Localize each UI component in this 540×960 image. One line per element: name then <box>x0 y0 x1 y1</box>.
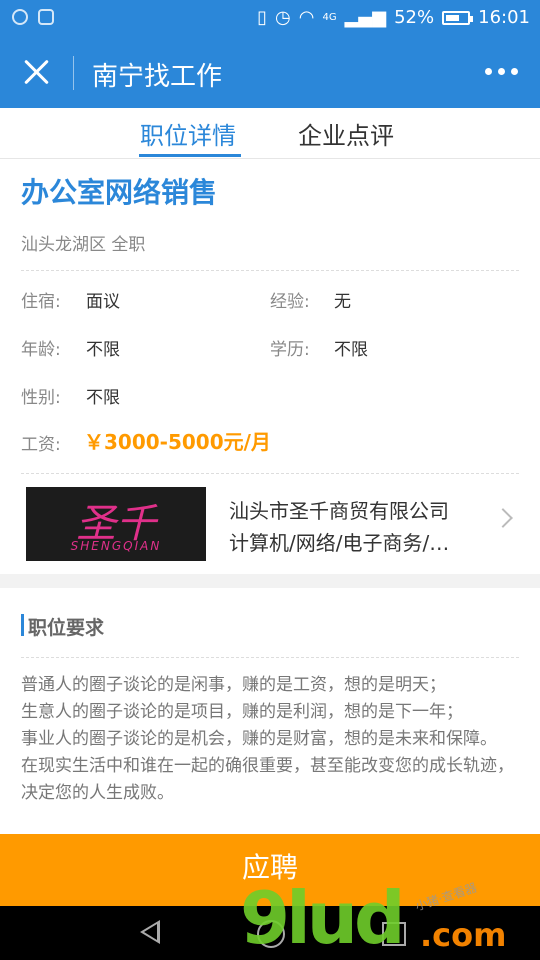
requirement-line: 事业人的圈子谈论的是机会，赚的是财富，想的是未来和保障。 <box>21 729 497 749</box>
more-icon[interactable] <box>485 68 518 75</box>
header-divider <box>73 56 74 90</box>
notification-icons <box>12 9 54 25</box>
battery-percent: 52% <box>394 7 435 28</box>
image-notification-icon <box>38 9 54 25</box>
status-right: ▯ ◷ ◠ 4G ▂▄▆ 52% 16:01 <box>257 7 530 28</box>
tab-bar: 职位详情 企业点评 <box>0 108 540 159</box>
experience-value: 无 <box>334 292 351 312</box>
experience-label: 经验: <box>270 292 310 312</box>
section-accent-bar <box>21 614 24 636</box>
chevron-right-icon[interactable] <box>493 508 513 528</box>
company-name[interactable]: 汕头市圣千商贸有限公司 <box>229 495 449 524</box>
education-label: 学历: <box>270 340 310 360</box>
tab-job-details[interactable]: 职位详情 <box>140 116 236 151</box>
tab-company-reviews[interactable]: 企业点评 <box>298 116 394 151</box>
app-header: 南宁找工作 <box>0 36 540 108</box>
divider <box>21 473 519 474</box>
requirements-title: 职位要求 <box>28 617 105 639</box>
housing-label: 住宿: <box>21 292 61 312</box>
network-type: 4G <box>322 12 337 23</box>
alarm-icon: ◷ <box>275 7 291 28</box>
page-title: 南宁找工作 <box>92 62 223 92</box>
gender-label: 性别: <box>21 388 61 408</box>
salary-value: ￥3000-5000元/月 <box>84 430 271 454</box>
gender-value: 不限 <box>86 388 120 408</box>
education-value: 不限 <box>334 340 368 360</box>
requirement-line: 在现实生活中和谁在一起的确很重要，甚至能改变您的成长轨迹，决定您的人生成败。 <box>21 756 514 803</box>
active-tab-indicator <box>139 154 241 157</box>
signal-icon: ▂▄▆ <box>344 7 387 28</box>
housing-value: 面议 <box>86 292 120 312</box>
battery-icon <box>442 10 474 25</box>
salary-label: 工资: <box>21 435 61 455</box>
job-title: 办公室网络销售 <box>21 176 218 209</box>
clock: 16:01 <box>478 7 530 28</box>
vibrate-icon: ▯ <box>257 7 268 28</box>
requirements-section: 职位要求 普通人的圈子谈论的是闲事，赚的是工资，想的是明天； 生意人的圈子谈论的… <box>0 588 540 834</box>
back-icon[interactable] <box>140 920 160 944</box>
job-location-type: 汕头龙湖区 全职 <box>21 235 146 255</box>
top-bar: ▯ ◷ ◠ 4G ▂▄▆ 52% 16:01 南宁找工作 <box>0 0 540 108</box>
age-label: 年龄: <box>21 340 61 360</box>
app-notification-icon <box>12 9 28 25</box>
close-icon[interactable] <box>22 58 50 86</box>
requirement-line: 生意人的圈子谈论的是项目，赚的是利润，想的是下一年； <box>21 702 463 722</box>
company-logo[interactable]: 圣千 SHENGQIAN <box>26 487 206 561</box>
wifi-icon: ◠ <box>298 7 315 28</box>
divider <box>21 657 519 658</box>
logo-text-en: SHENGQIAN <box>70 539 162 553</box>
job-info-card: 办公室网络销售 汕头龙湖区 全职 住宿: 面议 经验: 无 年龄: 不限 学历:… <box>0 159 540 574</box>
company-industry[interactable]: 计算机/网络/电子商务/… <box>229 527 467 556</box>
requirement-line: 普通人的圈子谈论的是闲事，赚的是工资，想的是明天； <box>21 675 446 695</box>
watermark-logo: 9lud <box>240 876 406 960</box>
status-bar: ▯ ◷ ◠ 4G ▂▄▆ 52% 16:01 <box>0 0 540 36</box>
requirements-text: 普通人的圈子谈论的是闲事，赚的是工资，想的是明天； 生意人的圈子谈论的是项目，赚… <box>21 672 521 807</box>
watermark-domain: .com <box>420 916 507 954</box>
divider <box>21 270 519 271</box>
age-value: 不限 <box>86 340 120 360</box>
